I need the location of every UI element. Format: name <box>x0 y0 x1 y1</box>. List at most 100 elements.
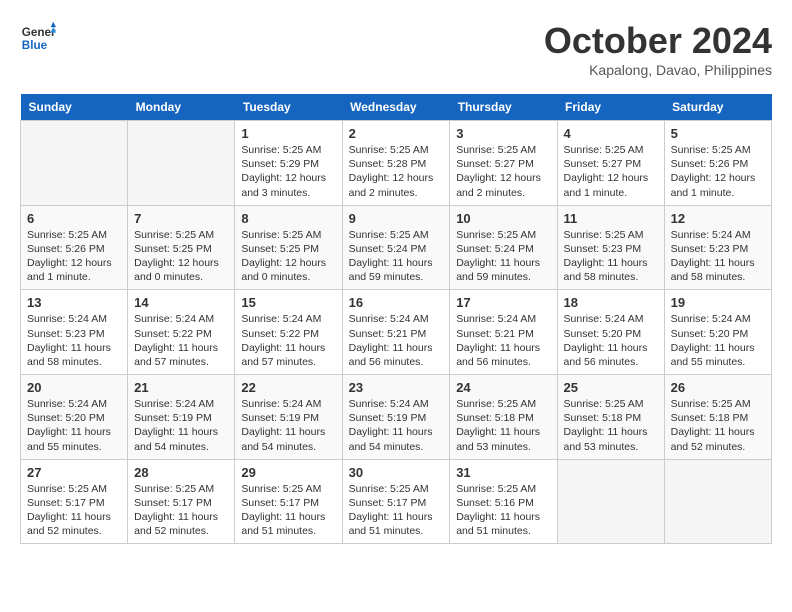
weekday-header: Tuesday <box>235 94 342 121</box>
day-info: Sunrise: 5:25 AM Sunset: 5:28 PM Dayligh… <box>349 143 444 200</box>
calendar-cell: 9Sunrise: 5:25 AM Sunset: 5:24 PM Daylig… <box>342 205 450 290</box>
calendar-cell: 29 Sunrise: 5:25 AM Sunset: 5:17 PM Dayli… <box>235 459 342 544</box>
calendar-cell: 5 Sunrise: 5:25 AM Sunset: 5:26 PM Daylig… <box>664 121 771 206</box>
day-info: Sunrise: 5:24 AM Sunset: 5:23 PM Dayligh… <box>27 312 121 369</box>
calendar-cell: 6 Sunrise: 5:25 AM Sunset: 5:26 PM Daylig… <box>21 205 128 290</box>
day-info: Sunrise: 5:24 AM Sunset: 5:22 PM Dayligh… <box>134 312 228 369</box>
logo-icon: General Blue <box>20 20 56 56</box>
day-info: Sunrise: 5:25 AM Sunset: 5:26 PM Dayligh… <box>671 143 765 200</box>
day-number: 7 <box>134 211 228 226</box>
title-block: October 2024 Kapalong, Davao, Philippine… <box>544 20 772 78</box>
calendar-cell: 2Sunrise: 5:25 AM Sunset: 5:28 PM Daylig… <box>342 121 450 206</box>
day-info: Sunrise: 5:25 AM Sunset: 5:17 PM Dayligh… <box>134 482 228 539</box>
calendar-cell: 20Sunrise: 5:24 AM Sunset: 5:20 PM Dayli… <box>21 375 128 460</box>
day-info: Sunrise: 5:25 AM Sunset: 5:18 PM Dayligh… <box>564 397 658 454</box>
day-number: 13 <box>27 295 121 310</box>
day-number: 9 <box>349 211 444 226</box>
day-number: 27 <box>27 465 121 480</box>
day-number: 24 <box>456 380 550 395</box>
calendar-cell: 26Sunrise: 5:25 AM Sunset: 5:18 PM Dayli… <box>664 375 771 460</box>
page-header: General Blue October 2024 Kapalong, Dava… <box>20 20 772 78</box>
day-info: Sunrise: 5:25 AM Sunset: 5:27 PM Dayligh… <box>564 143 658 200</box>
day-info: Sunrise: 5:24 AM Sunset: 5:22 PM Dayligh… <box>241 312 335 369</box>
calendar-table: SundayMondayTuesdayWednesdayThursdayFrid… <box>20 94 772 544</box>
day-number: 30 <box>349 465 444 480</box>
weekday-header: Wednesday <box>342 94 450 121</box>
day-number: 16 <box>349 295 444 310</box>
day-info: Sunrise: 5:24 AM Sunset: 5:20 PM Dayligh… <box>671 312 765 369</box>
calendar-cell: 21 Sunrise: 5:24 AM Sunset: 5:19 PM Dayli… <box>128 375 235 460</box>
day-number: 5 <box>671 126 765 141</box>
day-info: Sunrise: 5:25 AM Sunset: 5:18 PM Dayligh… <box>456 397 550 454</box>
day-info: Sunrise: 5:25 AM Sunset: 5:24 PM Dayligh… <box>456 228 550 285</box>
calendar-cell: 31Sunrise: 5:25 AM Sunset: 5:16 PM Dayli… <box>450 459 557 544</box>
logo: General Blue <box>20 20 56 56</box>
day-info: Sunrise: 5:24 AM Sunset: 5:21 PM Dayligh… <box>349 312 444 369</box>
calendar-cell: 10 Sunrise: 5:25 AM Sunset: 5:24 PM Dayli… <box>450 205 557 290</box>
calendar-cell <box>128 121 235 206</box>
day-number: 26 <box>671 380 765 395</box>
day-number: 22 <box>241 380 335 395</box>
day-number: 11 <box>564 211 658 226</box>
day-number: 8 <box>241 211 335 226</box>
day-number: 12 <box>671 211 765 226</box>
svg-text:General: General <box>22 26 56 39</box>
day-number: 20 <box>27 380 121 395</box>
day-number: 4 <box>564 126 658 141</box>
calendar-cell: 28 Sunrise: 5:25 AM Sunset: 5:17 PM Dayli… <box>128 459 235 544</box>
calendar-cell: 27 Sunrise: 5:25 AM Sunset: 5:17 PM Dayli… <box>21 459 128 544</box>
calendar-cell: 12Sunrise: 5:24 AM Sunset: 5:23 PM Dayli… <box>664 205 771 290</box>
day-info: Sunrise: 5:24 AM Sunset: 5:19 PM Dayligh… <box>241 397 335 454</box>
location-subtitle: Kapalong, Davao, Philippines <box>544 62 772 78</box>
day-number: 6 <box>27 211 121 226</box>
day-info: Sunrise: 5:25 AM Sunset: 5:26 PM Dayligh… <box>27 228 121 285</box>
weekday-header: Saturday <box>664 94 771 121</box>
day-info: Sunrise: 5:24 AM Sunset: 5:19 PM Dayligh… <box>349 397 444 454</box>
day-number: 19 <box>671 295 765 310</box>
weekday-header: Thursday <box>450 94 557 121</box>
day-number: 14 <box>134 295 228 310</box>
day-info: Sunrise: 5:24 AM Sunset: 5:19 PM Dayligh… <box>134 397 228 454</box>
day-number: 28 <box>134 465 228 480</box>
day-info: Sunrise: 5:24 AM Sunset: 5:21 PM Dayligh… <box>456 312 550 369</box>
day-number: 21 <box>134 380 228 395</box>
day-number: 25 <box>564 380 658 395</box>
day-number: 10 <box>456 211 550 226</box>
calendar-cell: 1Sunrise: 5:25 AM Sunset: 5:29 PM Daylig… <box>235 121 342 206</box>
day-info: Sunrise: 5:25 AM Sunset: 5:25 PM Dayligh… <box>241 228 335 285</box>
calendar-cell: 14 Sunrise: 5:24 AM Sunset: 5:22 PM Dayli… <box>128 290 235 375</box>
calendar-cell <box>664 459 771 544</box>
day-info: Sunrise: 5:25 AM Sunset: 5:17 PM Dayligh… <box>27 482 121 539</box>
svg-text:Blue: Blue <box>22 39 48 52</box>
day-number: 1 <box>241 126 335 141</box>
calendar-cell: 24 Sunrise: 5:25 AM Sunset: 5:18 PM Dayli… <box>450 375 557 460</box>
day-number: 18 <box>564 295 658 310</box>
day-info: Sunrise: 5:25 AM Sunset: 5:27 PM Dayligh… <box>456 143 550 200</box>
calendar-cell: 13 Sunrise: 5:24 AM Sunset: 5:23 PM Dayli… <box>21 290 128 375</box>
day-info: Sunrise: 5:25 AM Sunset: 5:23 PM Dayligh… <box>564 228 658 285</box>
calendar-cell: 30 Sunrise: 5:25 AM Sunset: 5:17 PM Dayli… <box>342 459 450 544</box>
calendar-cell: 15 Sunrise: 5:24 AM Sunset: 5:22 PM Dayli… <box>235 290 342 375</box>
day-info: Sunrise: 5:25 AM Sunset: 5:17 PM Dayligh… <box>349 482 444 539</box>
calendar-cell: 23 Sunrise: 5:24 AM Sunset: 5:19 PM Dayli… <box>342 375 450 460</box>
calendar-cell: 25 Sunrise: 5:25 AM Sunset: 5:18 PM Dayli… <box>557 375 664 460</box>
day-number: 3 <box>456 126 550 141</box>
calendar-cell: 17Sunrise: 5:24 AM Sunset: 5:21 PM Dayli… <box>450 290 557 375</box>
calendar-cell: 7 Sunrise: 5:25 AM Sunset: 5:25 PM Daylig… <box>128 205 235 290</box>
day-number: 15 <box>241 295 335 310</box>
day-number: 23 <box>349 380 444 395</box>
day-info: Sunrise: 5:24 AM Sunset: 5:20 PM Dayligh… <box>564 312 658 369</box>
calendar-cell: 22 Sunrise: 5:24 AM Sunset: 5:19 PM Dayli… <box>235 375 342 460</box>
calendar-cell: 3 Sunrise: 5:25 AM Sunset: 5:27 PM Daylig… <box>450 121 557 206</box>
weekday-header: Monday <box>128 94 235 121</box>
day-info: Sunrise: 5:25 AM Sunset: 5:16 PM Dayligh… <box>456 482 550 539</box>
calendar-cell <box>21 121 128 206</box>
day-number: 29 <box>241 465 335 480</box>
weekday-header: Friday <box>557 94 664 121</box>
calendar-cell: 11 Sunrise: 5:25 AM Sunset: 5:23 PM Dayli… <box>557 205 664 290</box>
calendar-cell <box>557 459 664 544</box>
day-info: Sunrise: 5:25 AM Sunset: 5:25 PM Dayligh… <box>134 228 228 285</box>
calendar-cell: 4 Sunrise: 5:25 AM Sunset: 5:27 PM Daylig… <box>557 121 664 206</box>
day-info: Sunrise: 5:25 AM Sunset: 5:17 PM Dayligh… <box>241 482 335 539</box>
calendar-cell: 18 Sunrise: 5:24 AM Sunset: 5:20 PM Dayli… <box>557 290 664 375</box>
